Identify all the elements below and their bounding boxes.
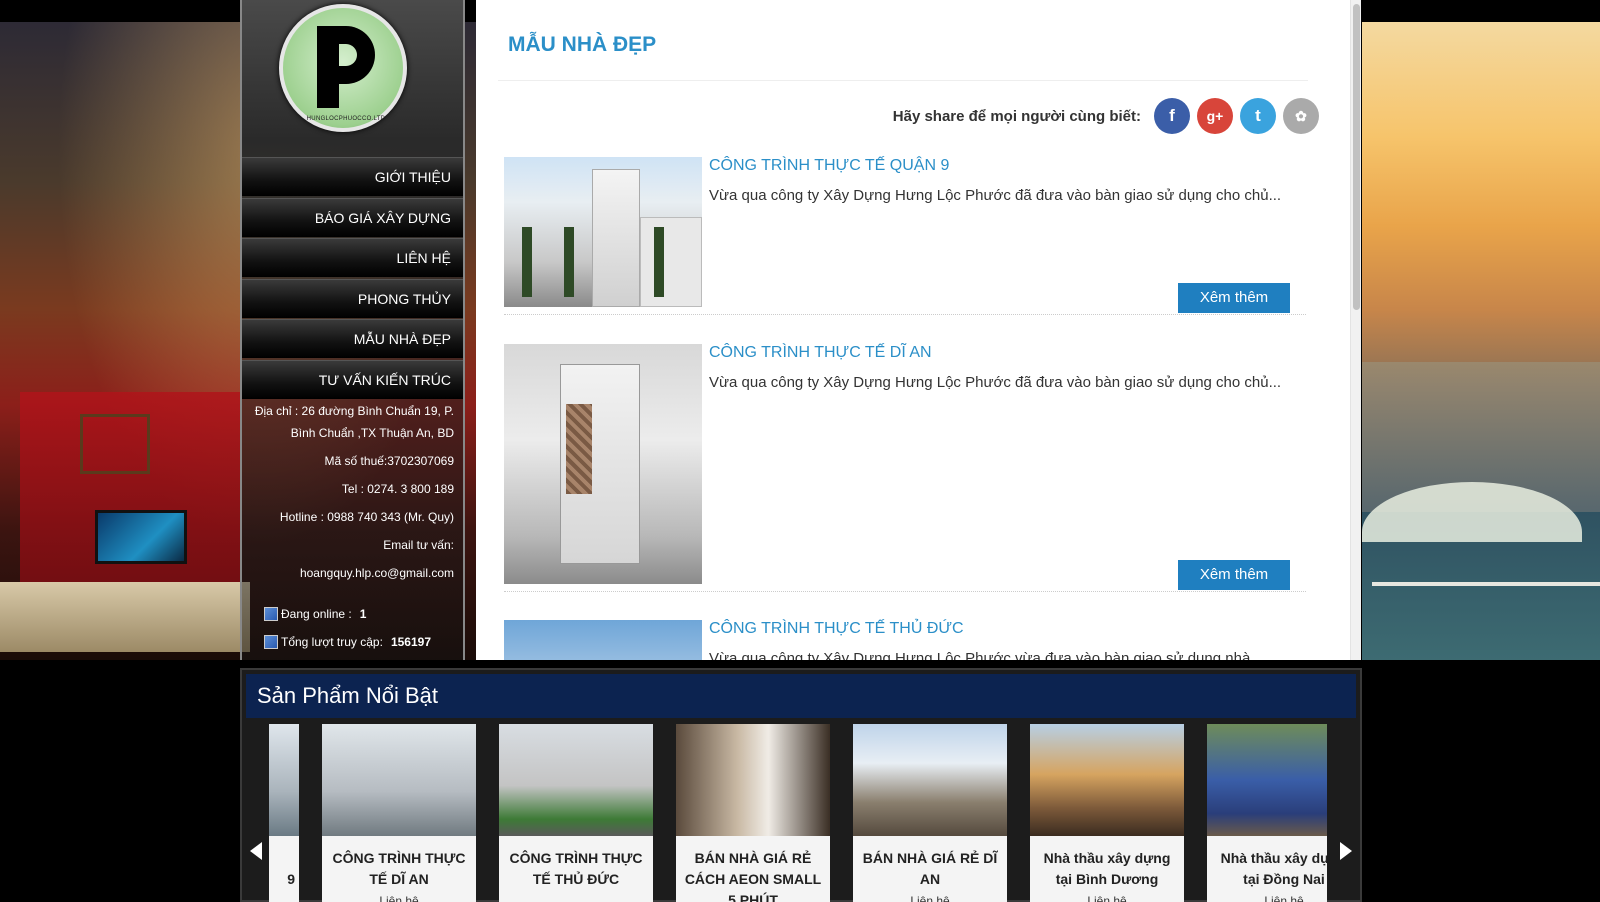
menu-item-gioi-thieu[interactable]: GIỚI THIỆU xyxy=(242,157,463,196)
menu-item-tu-van[interactable]: TƯ VẤN KIẾN TRÚC xyxy=(242,359,463,399)
product-title: Nhà thầu xây dựng tại Bình Dương xyxy=(1043,850,1171,887)
carousel-next-icon[interactable] xyxy=(1340,842,1352,860)
menu-item-mau-nha-dep[interactable]: MẪU NHÀ ĐẸP xyxy=(242,319,463,358)
share-icon[interactable]: ✿ xyxy=(1283,98,1319,134)
content-scrollbar[interactable] xyxy=(1350,0,1361,660)
product-thumb xyxy=(322,724,476,836)
building-shape xyxy=(640,217,702,307)
product-thumb xyxy=(853,724,1007,836)
product-title: Nhà thầu xây dựng tại Đồng Nai xyxy=(1220,850,1327,887)
product-card[interactable]: CÔNG TRÌNH THỰC TẾ THỦ ĐỨC xyxy=(499,724,653,902)
product-title: 9 xyxy=(287,871,295,887)
featured-heading: Sản Phẩm Nổi Bật xyxy=(246,674,1356,718)
google-plus-icon[interactable]: g+ xyxy=(1197,98,1233,134)
read-more-button[interactable]: Xêm thêm xyxy=(1178,283,1290,313)
share-label: Hãy share để mọi người cùng biết: xyxy=(892,107,1141,125)
article-description: Vừa qua công ty Xây Dựng Hưng Lộc Phước … xyxy=(709,187,1282,204)
hotline: Hotline : 0988 740 343 (Mr. Quy) xyxy=(279,510,454,524)
logo-letter-bowl xyxy=(331,26,375,84)
featured-carousel: 9 CÔNG TRÌNH THỰC TẾ DĨ AN Liên hệ CÔNG … xyxy=(269,720,1327,902)
online-label: Đang online : xyxy=(281,607,352,621)
article-description: Vừa qua công ty Xây Dựng Hưng Lộc Phước … xyxy=(709,650,1263,660)
user-icon xyxy=(264,607,278,621)
product-title: CÔNG TRÌNH THỰC TẾ THỦ ĐỨC xyxy=(509,850,643,887)
product-contact: Liên hệ xyxy=(910,894,950,902)
left-sidebar: HUNGLOCPHUOCCO.LTD GIỚI THIỆU BÁO GIÁ XÂ… xyxy=(240,0,465,660)
bg-palm xyxy=(654,227,664,297)
article-image-thu-duc[interactable] xyxy=(504,620,702,660)
bg-palm xyxy=(522,227,532,297)
article-image-di-an[interactable] xyxy=(504,344,702,584)
bg-palm xyxy=(564,227,574,297)
article-title[interactable]: CÔNG TRÌNH THỰC TẾ DĨ AN xyxy=(709,344,932,362)
scrollbar-thumb[interactable] xyxy=(1353,4,1360,310)
article-title[interactable]: CÔNG TRÌNH THỰC TẾ QUẬN 9 xyxy=(709,157,949,175)
bg-tv xyxy=(95,510,187,564)
address-line-2: Bình Chuẩn ,TX Thuận An, BD xyxy=(290,426,454,440)
twitter-icon[interactable]: t xyxy=(1240,98,1276,134)
product-contact: Liên hệ xyxy=(379,894,419,902)
background-sunset-image xyxy=(1362,22,1600,660)
facebook-icon[interactable]: f xyxy=(1154,98,1190,134)
product-title: CÔNG TRÌNH THỰC TẾ DĨ AN xyxy=(332,850,466,887)
article-image-quan-9[interactable] xyxy=(504,157,702,307)
email-address[interactable]: hoangquy.hlp.co@gmail.com xyxy=(246,562,454,584)
building-panel xyxy=(566,404,592,494)
product-card[interactable]: 9 xyxy=(269,724,299,902)
menu-item-bao-gia[interactable]: BÁO GIÁ XÂY DỰNG xyxy=(242,197,463,237)
email-label: Email tư vấn: xyxy=(383,538,454,552)
article-description: Vừa qua công ty Xây Dựng Hưng Lộc Phước … xyxy=(709,374,1282,391)
share-bar: Hãy share để mọi người cùng biết: f g+ t… xyxy=(893,98,1319,134)
product-card[interactable]: BÁN NHÀ GIÁ RẺ CÁCH AEON SMALL 5 PHÚT xyxy=(676,724,830,902)
product-card[interactable]: Nhà thầu xây dựng tại Đồng Nai Liên hệ xyxy=(1207,724,1327,902)
product-card[interactable]: BÁN NHÀ GIÁ RẺ DĨ AN Liên hệ xyxy=(853,724,1007,902)
building-shape xyxy=(592,169,640,307)
main-menu: GIỚI THIỆU BÁO GIÁ XÂY DỰNG LIÊN HỆ PHON… xyxy=(242,157,463,400)
product-contact: Liên hệ xyxy=(1264,894,1304,902)
product-title: BÁN NHÀ GIÁ RẺ DĨ AN xyxy=(862,850,998,887)
visitor-stats: Đang online : 1 Tổng lượt truy cập: 1561… xyxy=(264,600,431,656)
visits-value: 156197 xyxy=(390,635,431,649)
featured-products: Sản Phẩm Nổi Bật 9 CÔNG TRÌNH THỰC TẾ DĨ… xyxy=(240,668,1362,902)
product-card[interactable]: Nhà thầu xây dựng tại Bình Dương Liên hệ xyxy=(1030,724,1184,902)
product-thumb xyxy=(676,724,830,836)
product-thumb xyxy=(269,724,299,836)
menu-item-lien-he[interactable]: LIÊN HỆ xyxy=(242,238,463,277)
product-thumb xyxy=(1207,724,1327,836)
chart-icon xyxy=(264,635,278,649)
product-thumb xyxy=(499,724,653,836)
telephone: Tel : 0274. 3 800 189 xyxy=(341,482,454,496)
bg-railing xyxy=(1372,582,1600,642)
product-contact: Liên hệ xyxy=(1087,894,1127,902)
address-line-1: Địa chỉ : 26 đường Bình Chuẩn 19, P. xyxy=(254,404,454,418)
tax-code: Mã số thuế:3702307069 xyxy=(324,454,454,468)
article-item: CÔNG TRÌNH THỰC TẾ QUẬN 9 Vừa qua công t… xyxy=(504,157,1306,315)
main-content: MẪU NHÀ ĐẸP Hãy share để mọi người cùng … xyxy=(476,0,1361,660)
logo-text: HUNGLOCPHUOCCO.LTD xyxy=(306,116,386,122)
product-title: BÁN NHÀ GIÁ RẺ CÁCH AEON SMALL 5 PHÚT xyxy=(684,850,822,902)
bg-shelf xyxy=(80,414,150,474)
article-title[interactable]: CÔNG TRÌNH THỰC TẾ THỦ ĐỨC xyxy=(709,620,964,638)
article-item: CÔNG TRÌNH THỰC TẾ THỦ ĐỨC Vừa qua công … xyxy=(504,620,1306,660)
bg-sofa xyxy=(0,582,250,652)
title-divider xyxy=(498,80,1308,81)
visits-row: Tổng lượt truy cập: 156197 xyxy=(264,628,431,656)
read-more-button[interactable]: Xêm thêm xyxy=(1178,560,1290,590)
visits-label: Tổng lượt truy cập: xyxy=(281,635,383,649)
contact-info: Địa chỉ : 26 đường Bình Chuẩn 19, P. Bìn… xyxy=(246,400,454,584)
page-title: MẪU NHÀ ĐẸP xyxy=(508,33,657,56)
online-row: Đang online : 1 xyxy=(264,600,431,628)
product-thumb xyxy=(1030,724,1184,836)
menu-item-phong-thuy[interactable]: PHONG THỦY xyxy=(242,278,463,318)
online-value: 1 xyxy=(359,607,367,621)
carousel-prev-icon[interactable] xyxy=(250,842,262,860)
product-card[interactable]: CÔNG TRÌNH THỰC TẾ DĨ AN Liên hệ xyxy=(322,724,476,902)
article-item: CÔNG TRÌNH THỰC TẾ DĨ AN Vừa qua công ty… xyxy=(504,344,1306,592)
company-logo[interactable]: HUNGLOCPHUOCCO.LTD xyxy=(279,4,407,132)
